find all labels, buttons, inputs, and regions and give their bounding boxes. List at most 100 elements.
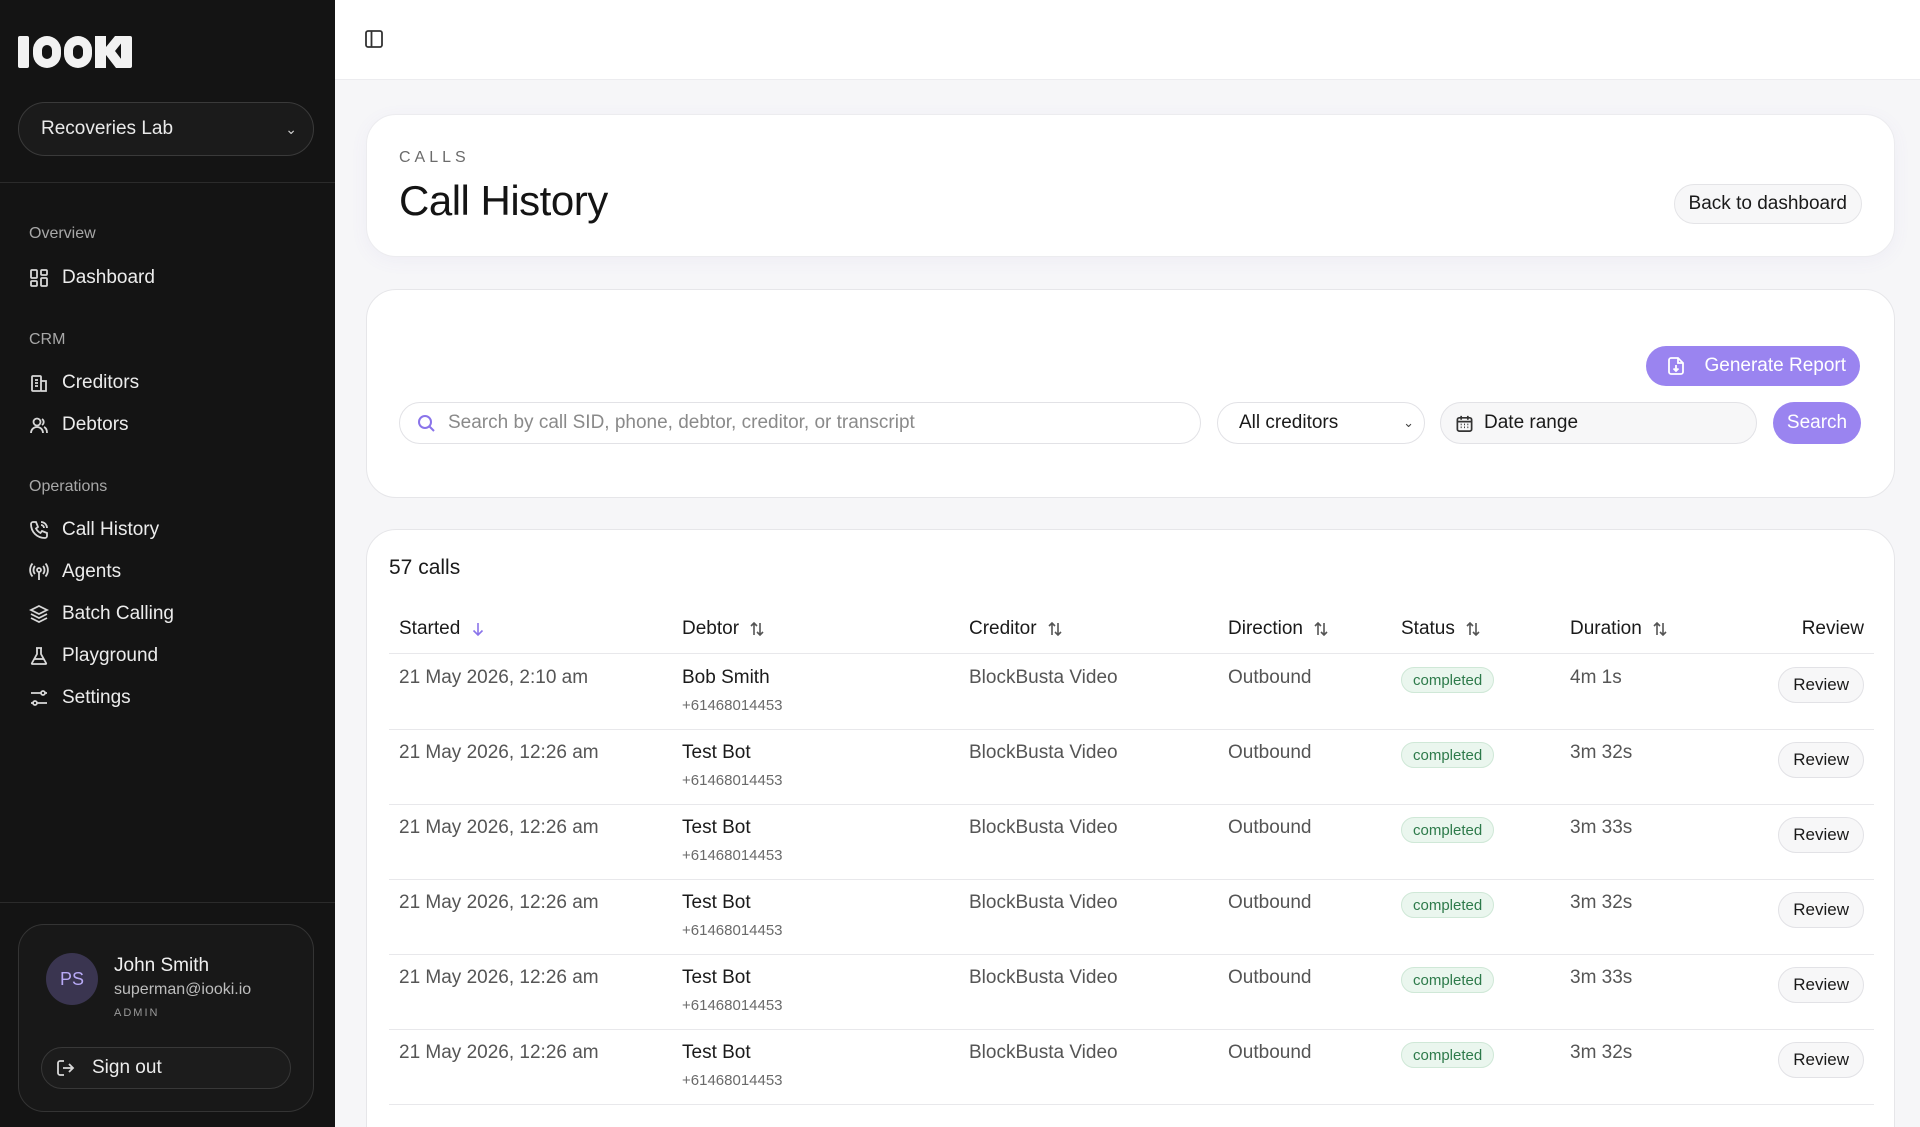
sign-out-button[interactable]: Sign out: [41, 1047, 291, 1089]
column-header-status[interactable]: Status: [1401, 618, 1481, 640]
column-label: Debtor: [682, 618, 740, 639]
status-badge: completed: [1401, 892, 1495, 918]
sidebar-item-batch-calling[interactable]: Batch Calling: [29, 599, 174, 629]
table-row[interactable]: 21 May 2026, 12:26 am Test Bot +61468014…: [389, 1030, 1874, 1105]
organization-select[interactable]: Recoveries Lab ⌄: [18, 102, 314, 156]
table-row[interactable]: 21 May 2026, 12:26 am Test Bot +61468014…: [389, 730, 1874, 805]
cell-debtor-phone: +61468014453: [682, 1072, 783, 1089]
column-header-started[interactable]: Started: [399, 618, 486, 640]
flask-icon: [30, 647, 48, 665]
sidebar: Recoveries Lab ⌄ Overview Dashboard CRM …: [0, 0, 335, 1127]
section-crm-label: CRM: [29, 331, 66, 348]
review-button[interactable]: Review: [1778, 1042, 1864, 1078]
back-to-dashboard-button[interactable]: Back to dashboard: [1673, 184, 1862, 224]
column-header-direction[interactable]: Direction: [1228, 618, 1329, 640]
column-label: Duration: [1570, 618, 1642, 639]
search-field[interactable]: [399, 402, 1201, 444]
search-button[interactable]: Search: [1773, 402, 1861, 444]
sidebar-item-label: Agents: [62, 561, 122, 582]
generate-report-button[interactable]: Generate Report: [1646, 346, 1860, 386]
sidebar-item-debtors[interactable]: Debtors: [29, 410, 129, 440]
sidebar-item-agents[interactable]: Agents: [29, 557, 121, 587]
column-header-review: Review: [1802, 618, 1864, 640]
cell-duration: 3m 33s: [1570, 817, 1633, 838]
sort-icon: [1048, 621, 1062, 637]
review-button[interactable]: Review: [1778, 967, 1864, 1003]
cell-creditor: BlockBusta Video: [969, 967, 1118, 988]
cell-creditor: BlockBusta Video: [969, 817, 1118, 838]
column-header-debtor[interactable]: Debtor: [682, 618, 765, 640]
date-range-picker[interactable]: Date range: [1440, 402, 1757, 444]
creditor-select[interactable]: All creditors ⌄: [1217, 402, 1425, 444]
table-body: 21 May 2026, 2:10 am Bob Smith +61468014…: [389, 655, 1874, 1105]
review-button[interactable]: Review: [1778, 667, 1864, 703]
generate-report-label: Generate Report: [1704, 355, 1846, 376]
cell-direction: Outbound: [1228, 667, 1312, 688]
table-row[interactable]: 21 May 2026, 2:10 am Bob Smith +61468014…: [389, 655, 1874, 730]
search-input[interactable]: [448, 412, 1168, 434]
sidebar-item-dashboard[interactable]: Dashboard: [29, 263, 155, 293]
page-header: CALLS Call History Back to dashboard: [366, 114, 1895, 257]
sort-icon: [750, 621, 764, 637]
layers-icon: [29, 604, 49, 624]
cell-direction: Outbound: [1228, 1042, 1312, 1063]
page-eyebrow: CALLS: [399, 149, 470, 166]
file-download-icon: [1668, 357, 1685, 375]
cell-debtor-phone: +61468014453: [682, 922, 783, 939]
cell-debtor-name: Test Bot: [682, 892, 751, 913]
cell-creditor: BlockBusta Video: [969, 667, 1118, 688]
page-title: Call History: [399, 177, 608, 224]
column-header-creditor[interactable]: Creditor: [969, 618, 1063, 640]
cell-debtor-phone: +61468014453: [682, 772, 783, 789]
sidebar-item-call-history[interactable]: Call History: [29, 515, 159, 545]
avatar[interactable]: PS: [46, 953, 98, 1005]
review-button[interactable]: Review: [1778, 742, 1864, 778]
sort-icon: [1653, 621, 1667, 637]
sidebar-item-creditors[interactable]: Creditors: [29, 368, 139, 398]
cell-debtor-name: Test Bot: [682, 817, 751, 838]
date-range-label: Date range: [1484, 412, 1579, 433]
cell-debtor-name: Test Bot: [682, 742, 751, 763]
review-button[interactable]: Review: [1778, 817, 1864, 853]
sidebar-item-label: Playground: [62, 645, 159, 666]
status-badge: completed: [1401, 742, 1495, 768]
calendar-icon: [1456, 415, 1473, 432]
cell-direction: Outbound: [1228, 742, 1312, 763]
sort-icon: [1314, 621, 1328, 637]
cell-started: 21 May 2026, 12:26 am: [399, 967, 599, 988]
review-button[interactable]: Review: [1778, 892, 1864, 928]
calls-table-panel: 57 calls Started Debtor Creditor Directi…: [366, 529, 1895, 1127]
phone-icon: [30, 521, 48, 539]
table-row[interactable]: 21 May 2026, 12:26 am Test Bot +61468014…: [389, 955, 1874, 1030]
sidebar-item-label: Creditors: [62, 372, 140, 393]
sign-out-label: Sign out: [92, 1057, 162, 1078]
column-label: Review: [1801, 618, 1864, 639]
section-operations-label: Operations: [29, 478, 108, 495]
cell-debtor-name: Bob Smith: [682, 667, 770, 688]
table-row[interactable]: 21 May 2026, 12:26 am Test Bot +61468014…: [389, 880, 1874, 955]
user-email: superman@iooki.io: [114, 981, 252, 998]
cell-duration: 3m 33s: [1570, 967, 1633, 988]
panel-left-icon: [365, 30, 383, 48]
dashboard-icon: [30, 269, 48, 287]
search-icon: [418, 415, 435, 432]
top-bar: [335, 0, 1920, 80]
status-badge: completed: [1401, 817, 1495, 843]
chevron-down-icon: ⌄: [285, 120, 297, 137]
section-overview-label: Overview: [29, 225, 96, 242]
column-header-duration[interactable]: Duration: [1570, 618, 1668, 640]
cell-direction: Outbound: [1228, 892, 1312, 913]
cell-direction: Outbound: [1228, 967, 1312, 988]
arrow-down-icon: [473, 623, 484, 637]
iooki-logo[interactable]: [18, 34, 133, 70]
table-row[interactable]: 21 May 2026, 12:26 am Test Bot +61468014…: [389, 805, 1874, 880]
sidebar-item-settings[interactable]: Settings: [29, 683, 131, 713]
status-badge: completed: [1401, 1042, 1495, 1068]
cell-duration: 3m 32s: [1570, 742, 1633, 763]
sidebar-toggle-button[interactable]: [363, 28, 385, 50]
creditor-select-value: All creditors: [1239, 412, 1339, 433]
sidebar-item-playground[interactable]: Playground: [29, 641, 158, 671]
cell-started: 21 May 2026, 12:26 am: [399, 892, 599, 913]
cell-creditor: BlockBusta Video: [969, 1042, 1118, 1063]
cell-duration: 4m 1s: [1570, 667, 1622, 688]
